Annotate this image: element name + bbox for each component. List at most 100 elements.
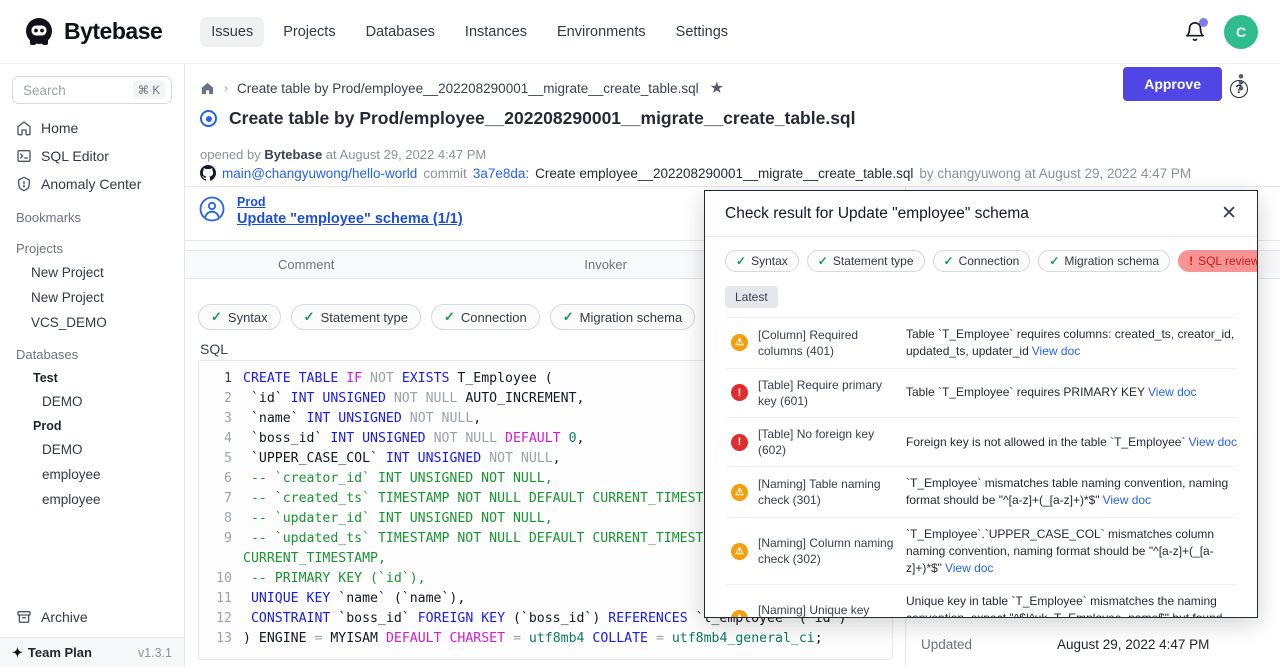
latest-button[interactable]: Latest (725, 286, 778, 308)
sql-token: -- `updater_id` INT UNSIGNED NOT NULL, (243, 511, 553, 526)
top-navbar: Bytebase Issues Projects Databases Instance… (0, 0, 1280, 64)
sql-token: = (513, 631, 529, 646)
topnav-item[interactable]: Environments (546, 17, 657, 47)
stage-env-link[interactable]: Prod (237, 195, 463, 209)
notification-bell-icon[interactable] (1184, 21, 1206, 43)
sql-code-line: 13 ) ENGINE = MYISAM DEFAULT CHARSET = u… (199, 629, 892, 649)
topnav-item[interactable]: Databases (355, 17, 446, 47)
stage-task-link[interactable]: Update "employee" schema (1/1) (237, 211, 463, 227)
sidebar-databases-list: TestDEMOProdDEMOemployeeemployee (0, 366, 184, 512)
sparkles-icon: ✦ (12, 645, 23, 661)
sql-token: = (314, 631, 330, 646)
check-description: Unique key in table `T_Employee` mismatc… (896, 593, 1237, 618)
kebab-menu-icon[interactable]: ••• (1238, 74, 1244, 92)
severity-icon: ⚠ (731, 543, 748, 560)
plan-label: Team Plan (28, 645, 92, 660)
view-doc-link[interactable]: View doc (1188, 435, 1236, 449)
topnav-item[interactable]: Issues (200, 17, 264, 47)
check-status-label: SQL review (1198, 254, 1258, 268)
view-doc-link[interactable]: View doc (1148, 385, 1196, 399)
sidebar-footer: ✦ Team Plan v1.3.1 (0, 637, 184, 667)
check-status-pill[interactable]: ✓ Statement type (291, 304, 421, 330)
check-result-row: ! [Table] No foreign key (602) Foreign k… (725, 418, 1237, 467)
commit-suffix: by changyuwong at August 29, 2022 4:47 P… (919, 166, 1191, 181)
sidebar-database-item[interactable]: employee (0, 462, 184, 487)
sql-token: NOT NULL (434, 431, 505, 446)
check-status-pill[interactable]: ✓ Migration schema (550, 304, 696, 330)
commit-branch-link[interactable]: main@changyuwong/hello-world (222, 166, 417, 181)
severity-icon: ! (731, 434, 748, 451)
line-number: 6 (199, 469, 243, 489)
column-header-invoker: Invoker (584, 257, 627, 272)
check-status-icon: ✓ (304, 309, 315, 325)
breadcrumb-home-icon[interactable] (200, 81, 215, 96)
line-content: ) ENGINE = MYISAM DEFAULT CHARSET = utf8… (243, 629, 823, 649)
topnav-item[interactable]: Instances (454, 17, 538, 47)
bytebase-logo[interactable]: Bytebase (22, 15, 162, 49)
search-input[interactable] (23, 83, 115, 98)
check-result-row: ⚠ [Column] Required columns (401) Table … (725, 318, 1237, 369)
sidebar-database-item[interactable]: DEMO (0, 437, 184, 462)
logo-text: Bytebase (64, 18, 162, 45)
check-description: Foreign key is not allowed in the table … (896, 434, 1237, 451)
check-status-label: Syntax (751, 254, 788, 268)
sql-token: = (656, 631, 672, 646)
opened-prefix: opened by (200, 147, 261, 162)
sidebar-database-item[interactable]: DEMO (0, 389, 184, 414)
check-result-modal: Check result for Update "employee" schem… (704, 190, 1258, 618)
sql-token: ; (815, 631, 823, 646)
sidebar-item-archive[interactable]: Archive (0, 601, 184, 633)
check-result-row: ⚠ [Naming] Column naming check (302) `T_… (725, 518, 1237, 585)
check-status-pill[interactable]: ! SQL review (1178, 250, 1258, 272)
check-description: Table `T_Employee` requires PRIMARY KEYV… (896, 384, 1237, 401)
check-status-pill[interactable]: ✓ Connection (431, 304, 540, 330)
severity-icon: ⚠ (731, 610, 748, 618)
check-status-pill[interactable]: ✓ Migration schema (1038, 250, 1170, 272)
divider (185, 186, 1280, 187)
check-status-label: Syntax (228, 310, 268, 325)
view-doc-link[interactable]: View doc (1032, 344, 1080, 358)
line-content: CREATE TABLE IF NOT EXISTS T_Employee ( (243, 369, 553, 389)
sidebar-project-item[interactable]: New Project (0, 260, 184, 285)
sidebar-database-item[interactable]: Test (0, 366, 184, 389)
sql-token: ) ENGINE (243, 631, 314, 646)
user-avatar[interactable]: C (1224, 15, 1258, 49)
check-status-pill[interactable]: ✓ Connection (933, 250, 1031, 272)
check-description: Table `T_Employee` requires columns: cre… (896, 326, 1237, 360)
breadcrumb-separator: › (224, 81, 228, 95)
view-doc-link[interactable]: View doc (1103, 493, 1151, 507)
line-number: 8 (199, 509, 243, 529)
sidebar-project-item[interactable]: New Project (0, 285, 184, 310)
bytebase-logo-icon (22, 15, 56, 49)
commit-word: commit (423, 166, 467, 181)
sql-token: DEFAULT CHARSET (386, 631, 513, 646)
github-icon (200, 165, 216, 181)
sidebar-database-item[interactable]: Prod (0, 414, 184, 437)
sidebar-item-anomaly-center[interactable]: Anomaly Center (0, 170, 184, 198)
line-content: -- PRIMARY KEY (`id`), (243, 569, 426, 589)
sidebar-item-sql-editor[interactable]: SQL Editor (0, 142, 184, 170)
issue-title: Create table by Prod/employee__202208290… (229, 108, 855, 129)
search-box[interactable]: ⌘ K (12, 76, 172, 104)
archive-label: Archive (41, 609, 88, 625)
plan-badge[interactable]: ✦ Team Plan (12, 645, 92, 661)
check-description: `T_Employee`.`UPPER_CASE_COL` mismatches… (896, 526, 1237, 576)
sql-token: NOT NULL (410, 411, 474, 426)
check-status-label: Connection (461, 310, 527, 325)
topnav-item[interactable]: Projects (272, 17, 346, 47)
view-doc-link[interactable]: View doc (945, 561, 993, 575)
sidebar-item-home[interactable]: Home (0, 114, 184, 142)
check-status-pill[interactable]: ✓ Syntax (725, 250, 799, 272)
check-status-pill[interactable]: ✓ Syntax (198, 304, 281, 330)
commit-hash-link[interactable]: 3a7e8da: (473, 166, 529, 181)
check-rule-label: [Table] Require primary key (601) (758, 377, 896, 409)
sidebar-database-item[interactable]: employee (0, 487, 184, 512)
bookmark-star-icon[interactable]: ★ (710, 78, 724, 98)
sidebar-project-item[interactable]: VCS_DEMO (0, 310, 184, 335)
close-icon[interactable]: ✕ (1221, 204, 1237, 223)
line-number: 9 (199, 529, 243, 549)
check-status-pill[interactable]: ✓ Statement type (807, 250, 925, 272)
topnav-item[interactable]: Settings (665, 17, 739, 47)
approve-button[interactable]: Approve (1123, 67, 1222, 101)
home-icon (16, 120, 32, 136)
